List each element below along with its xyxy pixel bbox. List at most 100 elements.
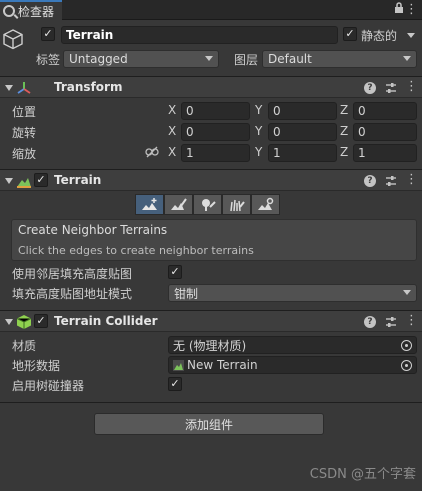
address-mode-dropdown[interactable]: 钳制 [168, 284, 417, 302]
component-menu-icon[interactable]: ⋮ [405, 314, 418, 327]
material-field[interactable]: 无 (物理材质) [168, 336, 417, 354]
tab-menu-icon[interactable]: ⋮ [405, 2, 418, 17]
fill-heightmap-checkbox[interactable]: ✓ [168, 265, 182, 279]
add-component-label: 添加组件 [184, 417, 233, 432]
terrain-collider-header[interactable]: ✓ Terrain Collider ? ⋮ [0, 310, 422, 332]
terrain-icon [17, 178, 31, 188]
axis-y-label[interactable]: Y [255, 103, 262, 117]
object-picker-icon[interactable] [401, 360, 412, 371]
tool-title: Create Neighbor Terrains [18, 223, 168, 237]
terrain-data-icon [173, 359, 184, 371]
scale-label: 缩放 [12, 147, 37, 161]
terrain-data-value: New Terrain [187, 358, 258, 372]
scale-y-field[interactable]: 1 [268, 144, 337, 162]
preset-sliders-icon[interactable] [384, 315, 398, 329]
static-label: 静态的 [361, 29, 398, 43]
preset-sliders-icon[interactable] [384, 174, 398, 188]
material-value: 无 (物理材质) [173, 338, 247, 353]
tool-description: Click the edges to create neighbor terra… [18, 244, 254, 257]
help-icon[interactable]: ? [364, 82, 376, 94]
tab-label: 检查器 [18, 4, 55, 19]
material-label: 材质 [12, 339, 37, 353]
object-name-field[interactable]: Terrain [61, 26, 338, 44]
terrain-data-field[interactable]: New Terrain [168, 356, 417, 374]
terrain-enabled-checkbox[interactable]: ✓ [34, 173, 48, 187]
scale-x-field[interactable]: 1 [181, 144, 250, 162]
active-checkbox[interactable]: ✓ [41, 27, 55, 41]
axis-x-label[interactable]: X [168, 124, 176, 138]
paint-trees-icon [201, 198, 216, 211]
chevron-down-icon [403, 290, 411, 295]
layer-dropdown[interactable]: Default [262, 50, 417, 68]
axis-y-label[interactable]: Y [255, 124, 262, 138]
inspector-icon [3, 5, 15, 17]
rotation-z-field[interactable]: 0 [353, 123, 417, 141]
tab-bar: 检查器 ⋮ [0, 0, 422, 20]
tool-paint-terrain[interactable] [164, 194, 193, 215]
terrain-header[interactable]: ✓ Terrain ? ⋮ [0, 169, 422, 191]
rotation-x-field[interactable]: 0 [181, 123, 250, 141]
tool-paint-trees[interactable] [193, 194, 222, 215]
position-z-field[interactable]: 0 [353, 102, 417, 120]
component-menu-icon[interactable]: ⋮ [405, 173, 418, 186]
position-x-field[interactable]: 0 [181, 102, 250, 120]
tab-inspector[interactable]: 检查器 [0, 0, 62, 20]
address-mode-value: 钳制 [174, 286, 199, 301]
help-icon[interactable]: ? [364, 316, 376, 328]
terrain-toolbar [135, 194, 280, 215]
help-icon[interactable]: ? [364, 175, 376, 187]
tree-colliders-label: 启用树碰撞器 [12, 379, 85, 393]
axis-y-label[interactable]: Y [255, 145, 262, 159]
watermark-text: CSDN @五个字套 [309, 467, 416, 482]
fill-heightmap-label: 使用邻居填充高度贴图 [12, 267, 133, 281]
fold-arrow-icon[interactable] [5, 319, 13, 325]
axis-z-label[interactable]: Z [340, 103, 348, 117]
axis-x-label[interactable]: X [168, 103, 176, 117]
rotation-y-field[interactable]: 0 [268, 123, 337, 141]
transform-axes-icon [17, 82, 31, 94]
tree-colliders-checkbox[interactable]: ✓ [168, 377, 182, 391]
address-mode-label: 填充高度贴图地址模式 [12, 287, 133, 301]
axis-z-label[interactable]: Z [340, 145, 348, 159]
layer-label: 图层 [234, 53, 259, 67]
position-label: 位置 [12, 105, 37, 119]
tool-help-box: Create Neighbor Terrains Click the edges… [11, 219, 417, 261]
transform-header[interactable]: Transform ? ⋮ [0, 76, 422, 98]
terrain-title: Terrain [54, 173, 102, 187]
chevron-down-icon [403, 56, 411, 61]
object-picker-icon[interactable] [401, 340, 412, 351]
lock-icon[interactable] [394, 2, 404, 14]
terrain-collider-title: Terrain Collider [54, 314, 158, 328]
terrain-settings-icon [257, 197, 273, 210]
position-y-field[interactable]: 0 [268, 102, 337, 120]
axis-z-label[interactable]: Z [340, 124, 348, 138]
fold-arrow-icon[interactable] [5, 178, 13, 184]
fold-arrow-icon[interactable] [5, 85, 13, 91]
component-menu-icon[interactable]: ⋮ [405, 80, 418, 93]
tag-label: 标签 [36, 53, 61, 67]
scale-z-field[interactable]: 1 [353, 144, 417, 162]
create-neighbor-icon [141, 197, 157, 210]
divider [0, 402, 422, 403]
layer-value: Default [268, 52, 312, 66]
tool-terrain-settings[interactable] [251, 194, 280, 215]
tag-value: Untagged [69, 52, 128, 66]
gameobject-cube-icon [3, 29, 23, 50]
tool-create-neighbor[interactable] [135, 194, 164, 215]
tag-dropdown[interactable]: Untagged [63, 50, 219, 68]
paint-details-icon [229, 199, 245, 211]
collider-icon [16, 315, 32, 329]
terrain-data-label: 地形数据 [12, 359, 61, 373]
add-component-button[interactable]: 添加组件 [94, 413, 324, 435]
transform-title: Transform [54, 80, 123, 94]
collider-enabled-checkbox[interactable]: ✓ [34, 314, 48, 328]
static-dropdown-arrow-icon[interactable] [407, 33, 415, 38]
rotation-label: 旋转 [12, 126, 37, 140]
tool-paint-details[interactable] [222, 194, 251, 215]
chevron-down-icon [205, 56, 213, 61]
axis-x-label[interactable]: X [168, 145, 176, 159]
preset-sliders-icon[interactable] [384, 81, 398, 95]
static-checkbox[interactable]: ✓ [343, 27, 357, 41]
link-icon[interactable] [145, 146, 159, 158]
paint-terrain-icon [170, 197, 187, 210]
